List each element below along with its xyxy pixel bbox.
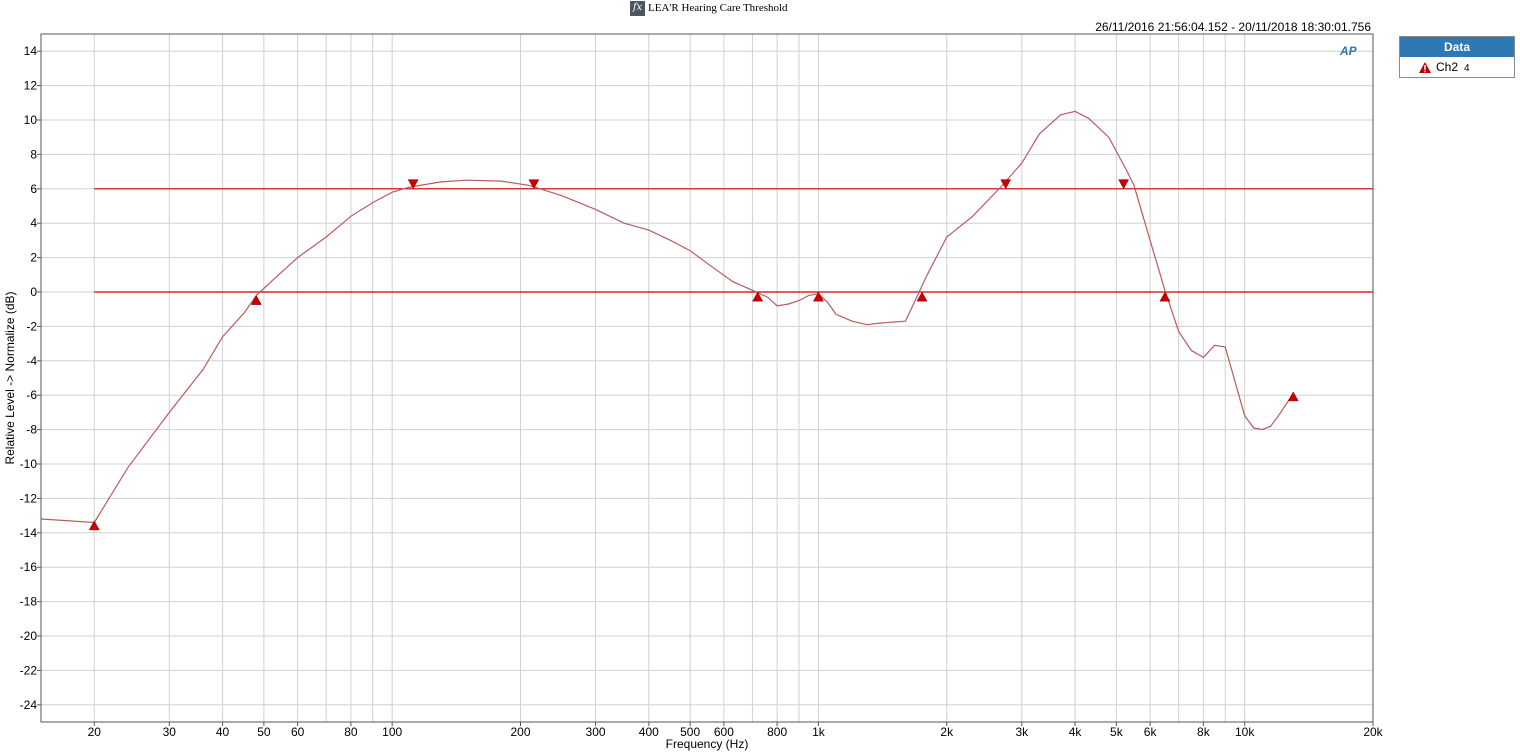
plot-frame	[40, 33, 1374, 723]
x-tick-label: 8k	[1197, 725, 1211, 739]
data-series	[40, 110, 1294, 524]
legend-header: Data	[1400, 37, 1514, 57]
y-tick-label: -4	[26, 354, 37, 368]
x-tick-label: 800	[767, 725, 787, 739]
x-tick-label: 60	[291, 725, 305, 739]
y-tick-label: -14	[20, 526, 38, 540]
y-tick-label: -18	[20, 595, 38, 609]
window-title: fx LEA'R Hearing Care Threshold	[630, 0, 788, 16]
x-tick-label: 3k	[1015, 725, 1029, 739]
legend-item-index: 4	[1464, 63, 1470, 74]
x-tick-label: 50	[257, 725, 271, 739]
y-tick-label: -2	[26, 319, 37, 333]
y-tick-label: 2	[30, 251, 37, 265]
data-marker	[1287, 391, 1299, 402]
y-tick-label: -22	[20, 663, 38, 677]
legend-item-ch2[interactable]: Ch2 4	[1400, 57, 1514, 77]
y-tick-label: -6	[26, 388, 37, 402]
y-tick-label: -16	[20, 560, 38, 574]
y-tick-label: -8	[26, 423, 37, 437]
x-tick-label: 6k	[1144, 725, 1158, 739]
frequency-response-chart: 14121086420-2-4-6-8-10-12-14-16-18-20-22…	[3, 33, 1384, 751]
x-tick-label: 20	[88, 725, 102, 739]
x-tick-label: 40	[216, 725, 230, 739]
data-marker	[1159, 291, 1171, 302]
x-tick-label: 80	[344, 725, 358, 739]
x-tick-label: 10k	[1235, 725, 1255, 739]
plot-grid	[40, 34, 1374, 722]
x-tick-label: 2k	[940, 725, 954, 739]
legend-item-label: Ch2	[1436, 60, 1459, 74]
y-tick-label: 6	[30, 182, 37, 196]
fx-icon: fx	[630, 0, 645, 16]
x-axis-label: Frequency (Hz)	[666, 737, 749, 751]
y-tick-label: -24	[20, 698, 38, 712]
x-tick-label: 5k	[1110, 725, 1124, 739]
y-tick-label: -20	[20, 629, 38, 643]
x-tick-label: 4k	[1069, 725, 1083, 739]
x-tick-label: 100	[382, 725, 402, 739]
data-marker	[752, 291, 764, 302]
legend-panel: Data Ch2 4	[1399, 36, 1515, 78]
x-tick-label: 200	[510, 725, 530, 739]
y-tick-label: -10	[20, 457, 38, 471]
y-tick-label: 0	[30, 285, 37, 299]
x-tick-label: 20k	[1363, 725, 1383, 739]
y-tick-label: 14	[24, 44, 38, 58]
window-title-text: LEA'R Hearing Care Threshold	[648, 2, 788, 14]
timestamp-range: 26/11/2016 21:56:04.152 - 20/11/2018 18:…	[1095, 20, 1371, 34]
ap-logo-icon: AP	[1340, 44, 1357, 58]
data-markers	[88, 179, 1299, 531]
data-marker	[1118, 179, 1130, 190]
y-tick-label: 8	[30, 147, 37, 161]
y-tick-label: -12	[20, 491, 38, 505]
x-tick-label: 1k	[812, 725, 826, 739]
y-tick-label: 10	[24, 113, 38, 127]
series-line-ch2	[40, 110, 1294, 524]
y-axis-label: Relative Level -> Normalize (dB)	[3, 291, 17, 464]
y-axis-ticks: 14 12 10 8 6 4 2 0 -2 -4 -6 -8 -10 -12 -14 -16 -18 -20 -22…	[20, 44, 41, 712]
x-tick-label: 300	[586, 725, 606, 739]
warning-triangle-icon	[1419, 61, 1431, 73]
x-tick-label: 30	[163, 725, 177, 739]
data-marker	[1000, 179, 1012, 190]
y-tick-label: 4	[30, 216, 37, 230]
x-tick-label: 400	[639, 725, 659, 739]
limit-lines	[94, 188, 1373, 293]
y-tick-label: 12	[24, 79, 38, 93]
